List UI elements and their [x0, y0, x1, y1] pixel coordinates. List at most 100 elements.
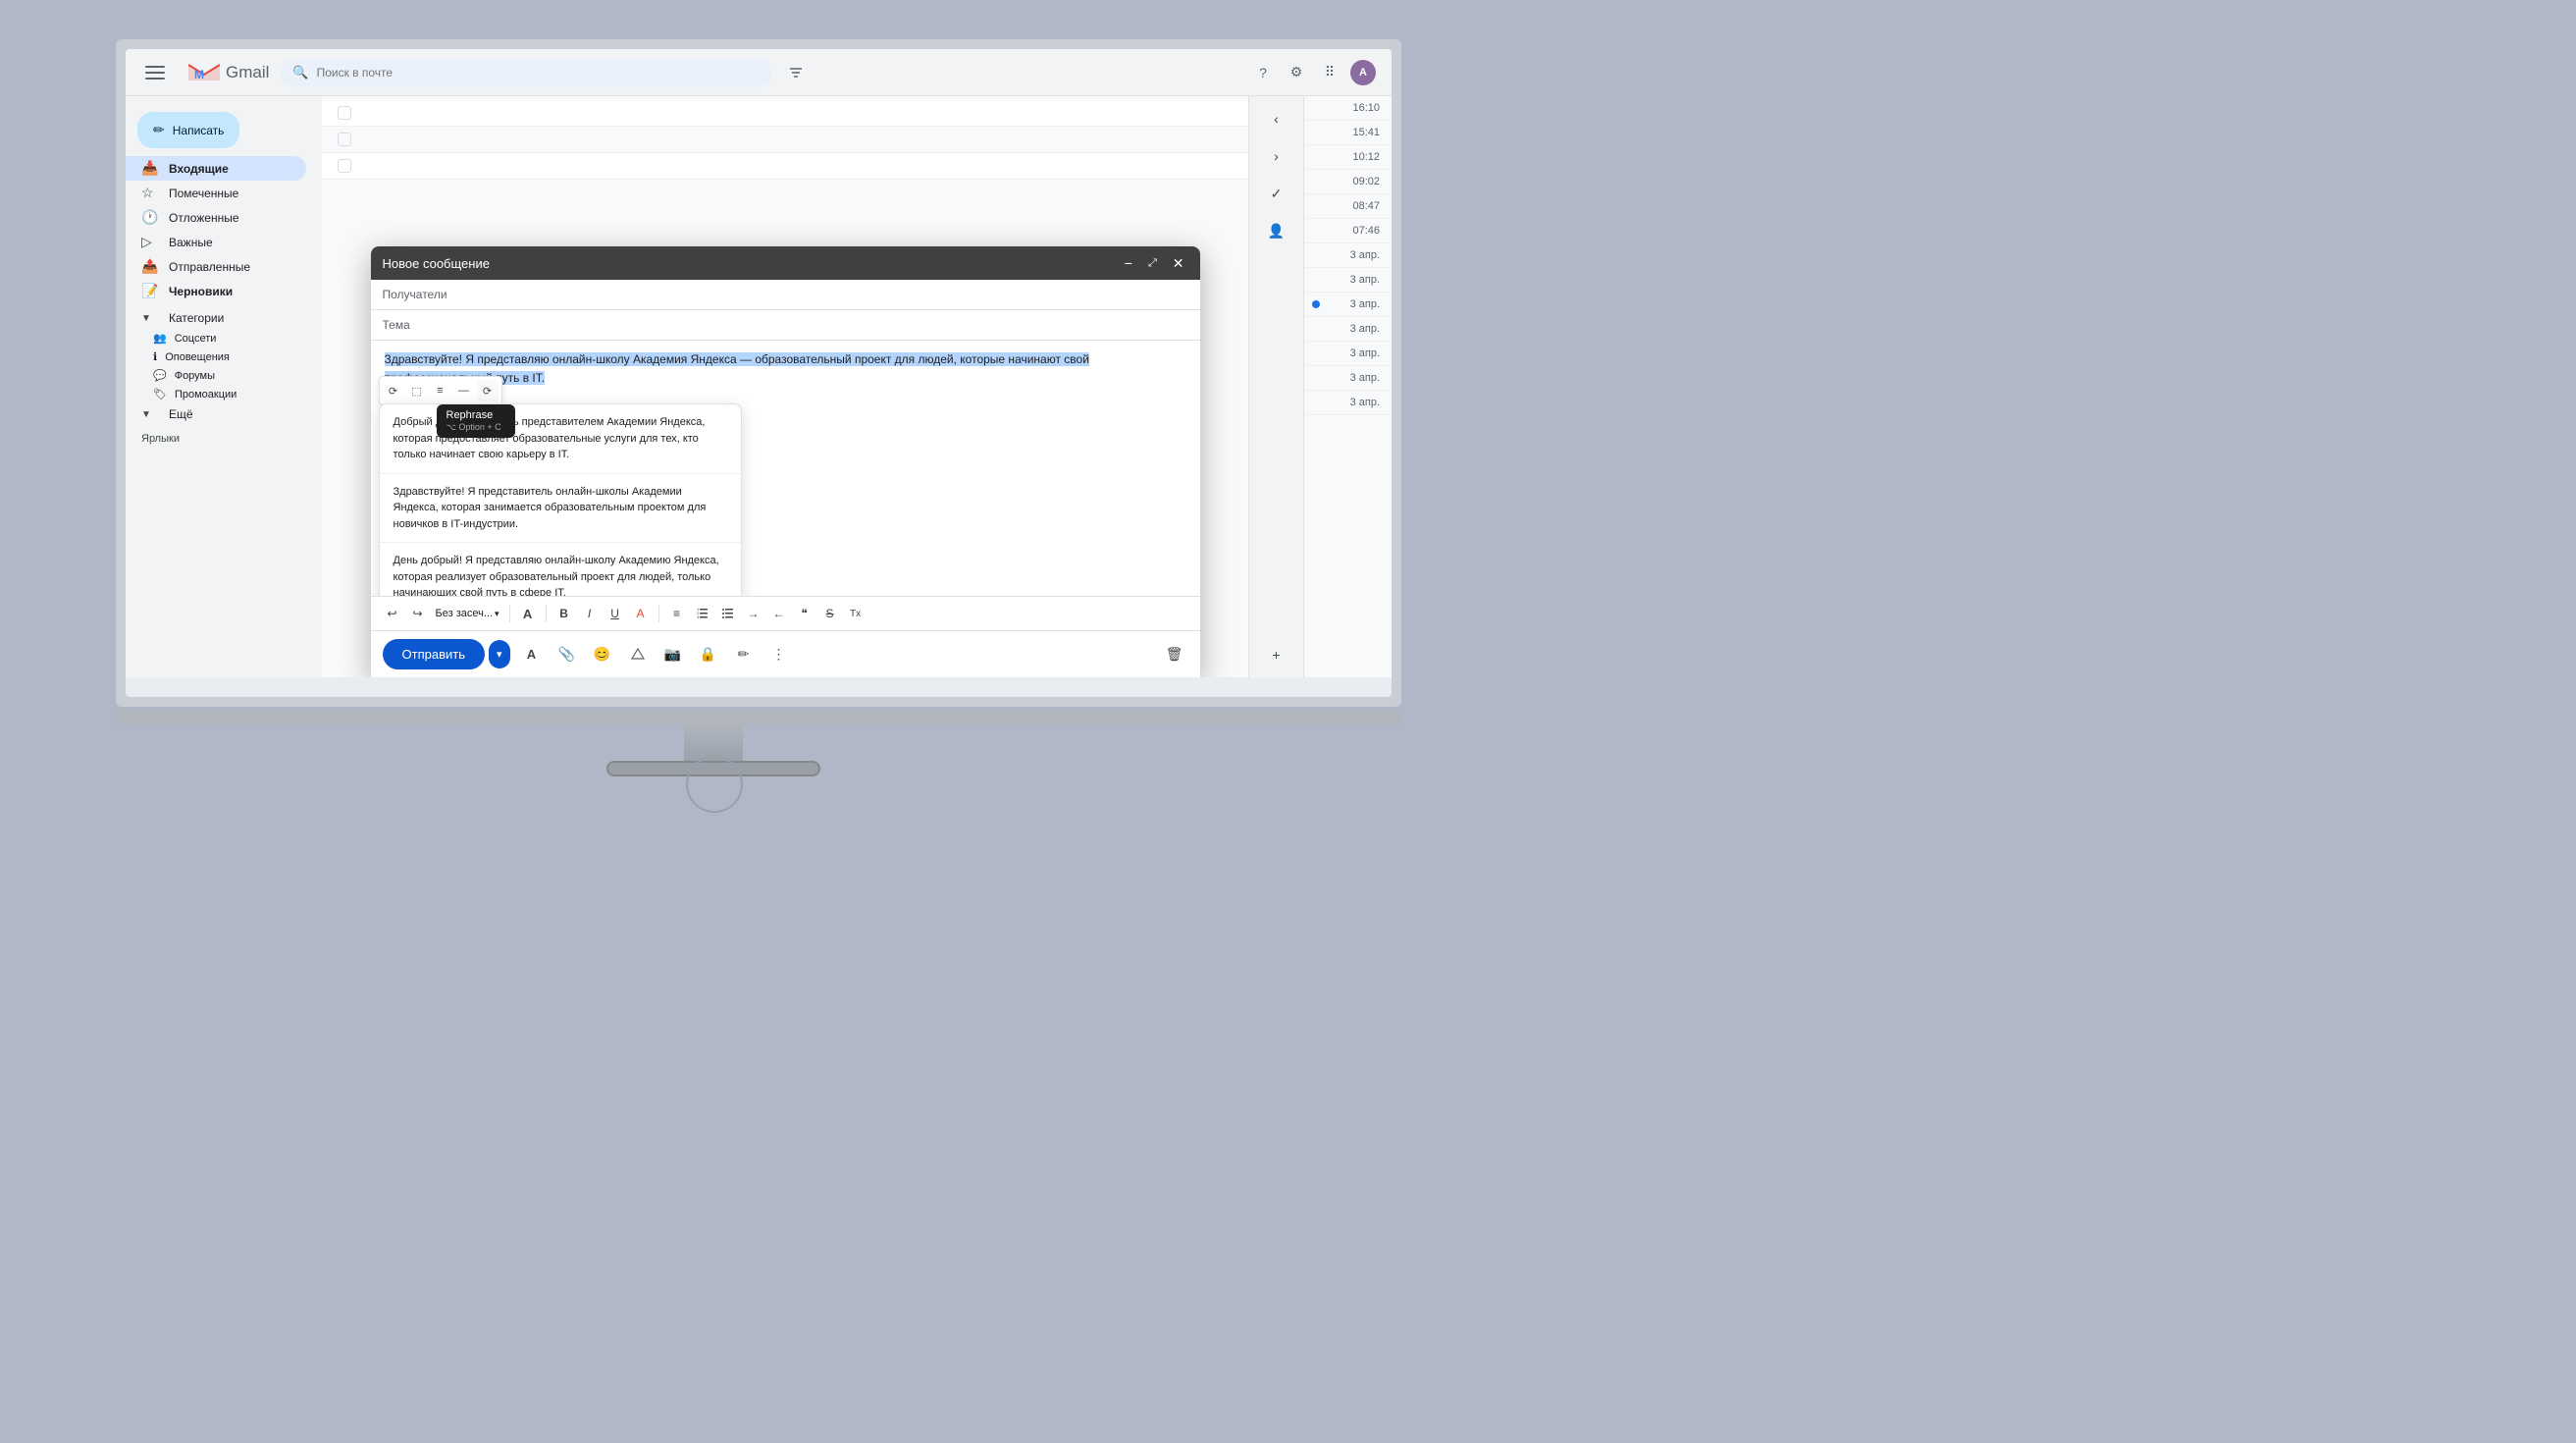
- settings-icon[interactable]: ⚙: [1284, 60, 1309, 85]
- indent-more-button[interactable]: →: [742, 602, 765, 625]
- compose-header: Новое сообщение − ⤢ ✕: [371, 246, 1200, 280]
- subject-input[interactable]: [449, 318, 1188, 332]
- attach-file-button[interactable]: 📎: [553, 641, 581, 668]
- toolbar-action-2[interactable]: ⬚: [406, 380, 428, 401]
- rephrase-option-1[interactable]: Добрый день! Я являюсь представителем Ак…: [380, 404, 741, 474]
- email-row[interactable]: [322, 127, 1248, 153]
- sidebar-item-important[interactable]: ▷ Важные: [126, 230, 306, 254]
- rephrase-button[interactable]: ⟳: [477, 380, 499, 401]
- sidebar-item-drafts[interactable]: 📝 Черновики: [126, 279, 306, 303]
- toolbar-action-3[interactable]: —: [453, 380, 475, 401]
- chevron-down-icon: ▼: [141, 313, 159, 324]
- send-button[interactable]: Отправить: [383, 639, 485, 669]
- to-field[interactable]: Получатели: [371, 280, 1200, 310]
- tag-icon: 🏷: [153, 388, 167, 401]
- right-panel-arrow-down[interactable]: ›: [1262, 141, 1291, 171]
- sidebar-sub-promo[interactable]: 🏷 Промоакции: [126, 385, 306, 403]
- sidebar-sub-social[interactable]: 👥 Соцсети: [126, 329, 306, 347]
- help-icon[interactable]: ?: [1250, 60, 1276, 85]
- time-entry-7[interactable]: 3 апр.: [1304, 243, 1392, 268]
- strikethrough-button[interactable]: S: [818, 602, 842, 625]
- time-entry-10[interactable]: 3 апр.: [1304, 317, 1392, 342]
- sidebar-sub-forums[interactable]: 💬 Форумы: [126, 366, 306, 385]
- redo-button[interactable]: ↪: [406, 602, 430, 625]
- send-dropdown-button[interactable]: ▾: [489, 640, 510, 668]
- right-panel-arrow-up[interactable]: ‹: [1262, 104, 1291, 134]
- close-compose-button[interactable]: ✕: [1169, 254, 1188, 272]
- align-button[interactable]: ≡: [665, 602, 689, 625]
- drive-button[interactable]: [624, 641, 652, 668]
- compose-body[interactable]: Здравствуйте! Я представляю онлайн-школу…: [371, 341, 1200, 596]
- time-entry-3[interactable]: 10:12: [1304, 145, 1392, 170]
- divider-3: [658, 605, 659, 622]
- avatar[interactable]: А: [1350, 60, 1376, 85]
- time-entry-11[interactable]: 3 апр.: [1304, 342, 1392, 366]
- rephrase-option-3[interactable]: День добрый! Я представляю онлайн-школу …: [380, 543, 741, 596]
- ul-button[interactable]: [716, 602, 740, 625]
- bold-button[interactable]: B: [552, 602, 576, 625]
- photo-button[interactable]: 📷: [659, 641, 687, 668]
- time-entry-4[interactable]: 09:02: [1304, 170, 1392, 194]
- remove-format-button[interactable]: Tx: [844, 602, 867, 625]
- time-entry-2[interactable]: 15:41: [1304, 121, 1392, 145]
- text-color-button[interactable]: A: [629, 602, 653, 625]
- sidebar-item-inbox[interactable]: 📥 Входящие: [126, 156, 306, 181]
- undo-button[interactable]: ↩: [381, 602, 404, 625]
- more-options-button[interactable]: ⋮: [765, 641, 793, 668]
- apps-icon[interactable]: ⠿: [1317, 60, 1342, 85]
- format-text-icon-button[interactable]: A: [518, 641, 546, 668]
- email-row[interactable]: [322, 100, 1248, 127]
- emoji-button[interactable]: 😊: [589, 641, 616, 668]
- sidebar-more[interactable]: ▼ Ещё: [126, 403, 306, 425]
- compose-title: Новое сообщение: [383, 256, 490, 271]
- expand-button[interactable]: ⤢: [1144, 256, 1161, 271]
- time-entry-13[interactable]: 3 апр.: [1304, 391, 1392, 415]
- categories-section[interactable]: ▼ Категории: [126, 307, 306, 329]
- ol-button[interactable]: 1 2 3: [691, 602, 714, 625]
- compose-button[interactable]: ✏ Написать: [137, 112, 239, 148]
- indent-less-button[interactable]: ←: [767, 602, 791, 625]
- font-select[interactable]: Без засеч... ▾: [432, 606, 503, 621]
- toolbar-action-1[interactable]: ⟳: [383, 380, 404, 401]
- lock-button[interactable]: 🔒: [695, 641, 722, 668]
- time-entry-12[interactable]: 3 апр.: [1304, 366, 1392, 391]
- rephrase-tooltip: Rephrase ⌥ Option + C: [437, 404, 515, 438]
- more-label: Ещё: [169, 407, 193, 421]
- toolbar-list[interactable]: ≡: [430, 380, 451, 401]
- search-bar[interactable]: 🔍: [281, 58, 771, 87]
- to-input[interactable]: [455, 288, 1188, 301]
- sidebar-item-snoozed[interactable]: 🕐 Отложенные: [126, 205, 306, 230]
- right-panel-check-icon[interactable]: ✓: [1262, 179, 1291, 208]
- time-entry-6[interactable]: 07:46: [1304, 219, 1392, 243]
- right-panel-contact-icon[interactable]: 👤: [1262, 216, 1291, 245]
- rephrase-option-2[interactable]: Здравствуйте! Я представитель онлайн-шко…: [380, 474, 741, 544]
- svg-text:3: 3: [697, 615, 700, 619]
- star-icon: ☆: [141, 185, 159, 201]
- divider-2: [546, 605, 547, 622]
- delete-draft-button[interactable]: 🗑: [1161, 641, 1188, 668]
- drafts-icon: 📝: [141, 283, 159, 299]
- sidebar-item-starred[interactable]: ☆ Помеченные: [126, 181, 306, 205]
- sidebar-item-label: Важные: [169, 236, 213, 249]
- signature-button[interactable]: ✏: [730, 641, 758, 668]
- filter-icon[interactable]: [783, 60, 809, 85]
- sidebar-item-label: Отправленные: [169, 260, 250, 274]
- underline-button[interactable]: U: [604, 602, 627, 625]
- sub-item-label: Форумы: [175, 370, 215, 382]
- email-row[interactable]: [322, 153, 1248, 180]
- right-panel-add-icon[interactable]: +: [1262, 640, 1291, 669]
- sidebar-item-sent[interactable]: 📤 Отправленные: [126, 254, 306, 279]
- quote-button[interactable]: ❝: [793, 602, 816, 625]
- time-entry-9[interactable]: 3 апр.: [1304, 293, 1392, 317]
- italic-button[interactable]: I: [578, 602, 602, 625]
- search-input[interactable]: [317, 66, 761, 80]
- sidebar-sub-updates[interactable]: ℹ Оповещения: [126, 347, 306, 366]
- compose-modal: Новое сообщение − ⤢ ✕ Получатели: [371, 246, 1200, 677]
- time-entry-8[interactable]: 3 апр.: [1304, 268, 1392, 293]
- time-entry-1[interactable]: 16:10: [1304, 96, 1392, 121]
- minimize-button[interactable]: −: [1121, 254, 1136, 272]
- menu-icon[interactable]: [141, 59, 169, 86]
- font-size-button[interactable]: A: [516, 602, 540, 625]
- subject-field[interactable]: Тема: [371, 310, 1200, 341]
- time-entry-5[interactable]: 08:47: [1304, 194, 1392, 219]
